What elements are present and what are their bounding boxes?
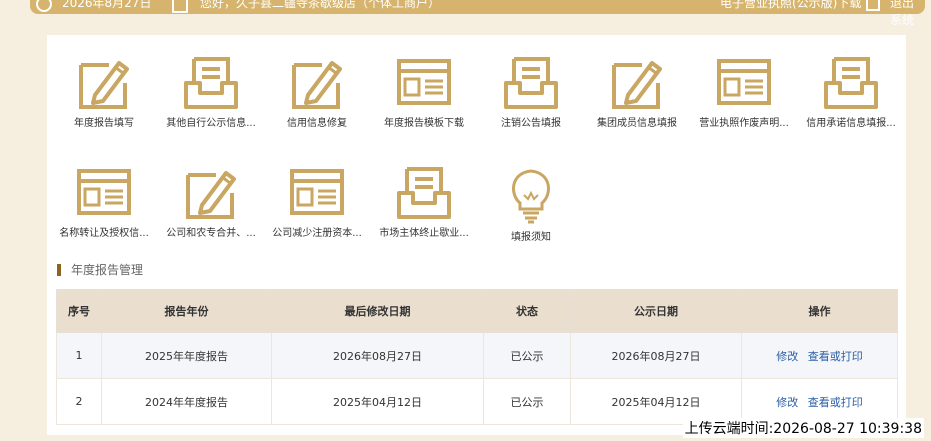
cell-modified: 2026年08月27日 (271, 332, 484, 379)
function-item[interactable]: 信用承诺信息填报... (797, 55, 905, 129)
lightbulb-icon (477, 165, 585, 225)
edit-icon (263, 55, 371, 111)
function-item[interactable]: 名称转让及授权信... (50, 165, 158, 239)
license-download-link[interactable]: 电子营业执照(公示版)下载 (720, 0, 861, 11)
view-print-link[interactable]: 查看或打印 (808, 350, 863, 363)
cell-year: 2024年年度报告 (101, 378, 272, 425)
cell-operation: 修改 查看或打印 (741, 332, 898, 379)
document-icon (172, 0, 188, 13)
function-item-label: 年度报告填写 (74, 118, 134, 129)
table-row: 1 2025年年度报告 2026年08月27日 已公示 2026年08月27日 … (56, 332, 898, 379)
clock-icon (36, 0, 52, 12)
function-item-label: 注销公告填报 (501, 118, 561, 129)
col-header-no: 序号 (56, 289, 102, 333)
function-item-label: 营业执照作废声明... (699, 118, 789, 129)
cell-modified: 2025年04月12日 (271, 378, 484, 425)
function-item-label: 集团成员信息填报 (597, 118, 677, 129)
function-item[interactable]: 公司减少注册资本... (263, 165, 371, 239)
inbox-icon (157, 55, 265, 111)
function-item-label: 市场主体终止歇业... (379, 228, 469, 239)
function-item[interactable]: 市场主体终止歇业... (370, 165, 478, 239)
edit-icon (157, 165, 265, 221)
inbox-icon (370, 165, 478, 221)
table-header-row: 序号 报告年份 最后修改日期 状态 公示日期 操作 (56, 289, 898, 333)
inbox-icon (477, 55, 585, 111)
cell-no: 1 (56, 332, 102, 379)
cell-no: 2 (56, 378, 102, 425)
cell-status: 已公示 (483, 332, 571, 379)
function-item[interactable]: 信用信息修复 (263, 55, 371, 129)
exit-link[interactable]: 退出系统 (890, 0, 925, 28)
function-item-label: 名称转让及授权信... (59, 228, 149, 239)
annual-report-table: 序号 报告年份 最后修改日期 状态 公示日期 操作 1 2025年年度报告 20… (56, 289, 898, 425)
function-item[interactable]: 营业执照作废声明... (690, 55, 798, 129)
function-item[interactable]: 年度报告填写 (50, 55, 158, 129)
col-header-status: 状态 (483, 289, 571, 333)
function-item-label: 信用承诺信息填报... (806, 118, 896, 129)
current-date: 2026年8月27日 (62, 0, 152, 10)
edit-report-link[interactable]: 修改 (776, 350, 798, 363)
edit-report-link[interactable]: 修改 (776, 396, 798, 409)
function-item-label: 公司和农专合并、... (166, 228, 256, 239)
function-item[interactable]: 其他自行公示信息... (157, 55, 265, 129)
window-icon (50, 165, 158, 221)
cell-published: 2026年08月27日 (570, 332, 742, 379)
window-icon (370, 55, 478, 111)
function-item[interactable]: 填报须知 (477, 165, 585, 243)
inbox-icon (797, 55, 905, 111)
cell-status: 已公示 (483, 378, 571, 425)
view-print-link[interactable]: 查看或打印 (808, 396, 863, 409)
function-item[interactable]: 年度报告模板下载 (370, 55, 478, 129)
window-icon (690, 55, 798, 111)
function-item-label: 年度报告模板下载 (384, 118, 464, 129)
function-item-label: 信用信息修复 (287, 118, 347, 129)
function-item-label: 填报须知 (511, 232, 551, 243)
col-header-year: 报告年份 (101, 289, 272, 333)
function-item-label: 公司减少注册资本... (272, 228, 362, 239)
function-item[interactable]: 注销公告填报 (477, 55, 585, 129)
edit-icon (50, 55, 158, 111)
col-header-modified: 最后修改日期 (271, 289, 484, 333)
function-item[interactable]: 集团成员信息填报 (583, 55, 691, 129)
col-header-operation: 操作 (741, 289, 898, 333)
edit-icon (583, 55, 691, 111)
function-item[interactable]: 公司和农专合并、... (157, 165, 265, 239)
exit-icon[interactable] (866, 0, 880, 11)
top-bar: 2026年8月27日 您好，久子县二疆寺茶歇级店（个体工商户） 电子营业执照(公… (30, 0, 925, 27)
upload-timestamp: 上传云端时间:2026-08-27 10:39:38 (682, 418, 924, 438)
section-title: 年度报告管理 (71, 263, 144, 277)
window-icon (263, 165, 371, 221)
cell-year: 2025年年度报告 (101, 332, 272, 379)
col-header-published: 公示日期 (570, 289, 742, 333)
welcome-text: 您好，久子县二疆寺茶歇级店（个体工商户） (200, 0, 441, 10)
function-item-label: 其他自行公示信息... (166, 118, 256, 129)
